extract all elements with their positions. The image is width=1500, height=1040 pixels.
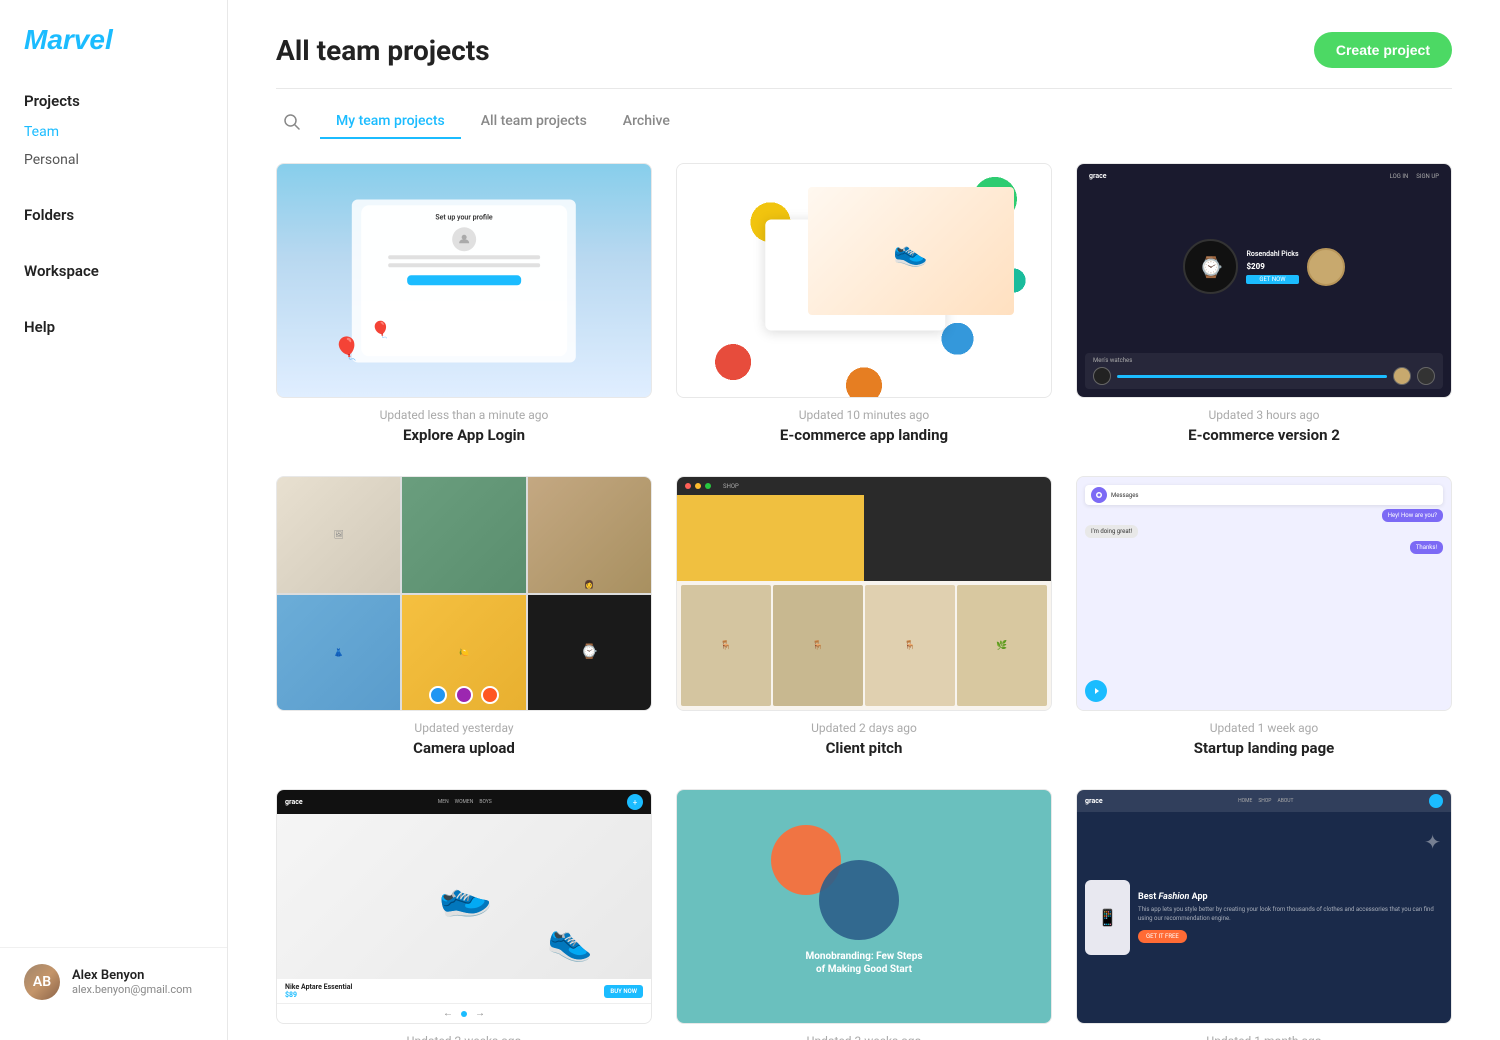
avatar: AB bbox=[24, 964, 60, 1000]
project-thumbnail: grace HOMESHOPABOUT 📱 Best Fashion App T… bbox=[1076, 789, 1452, 1024]
projects-grid: Set up your profile 🎈 🎈 Updated less tha… bbox=[276, 163, 1452, 1040]
workspace-nav-group: Workspace bbox=[0, 246, 227, 286]
logo[interactable]: Marvel bbox=[0, 24, 227, 88]
project-updated: Updated 3 weeks ago bbox=[807, 1034, 922, 1040]
project-card[interactable]: Set up your profile 🎈 🎈 Updated less tha… bbox=[276, 163, 652, 444]
project-updated: Updated 1 month ago bbox=[1206, 1034, 1321, 1040]
tab-my-team-projects[interactable]: My team projects bbox=[320, 105, 461, 139]
user-email: alex.benyon@gmail.com bbox=[72, 983, 203, 996]
project-card[interactable]: Six Lee Color Shoes $ 28! BUY NOW 👟 Upda… bbox=[676, 163, 1052, 444]
user-info: Alex Benyon alex.benyon@gmail.com bbox=[72, 968, 203, 996]
folders-nav-group: Folders bbox=[0, 190, 227, 230]
project-thumbnail: grace MENWOMENBOYS + 👟 👟 Nike Aptare Ess… bbox=[276, 789, 652, 1024]
help-label: Help bbox=[0, 302, 227, 342]
project-card[interactable]: Monobranding: Few Stepsof Making Good St… bbox=[676, 789, 1052, 1040]
avatar-initials: AB bbox=[24, 964, 60, 1000]
projects-label: Projects bbox=[0, 92, 227, 110]
project-card[interactable]: grace HOMESHOPABOUT 📱 Best Fashion App T… bbox=[1076, 789, 1452, 1040]
project-name: E-commerce app landing bbox=[780, 426, 948, 444]
search-icon bbox=[283, 113, 301, 131]
user-profile[interactable]: AB Alex Benyon alex.benyon@gmail.com bbox=[0, 947, 227, 1016]
project-updated: Updated 2 days ago bbox=[811, 721, 917, 735]
project-thumbnail: Monobranding: Few Stepsof Making Good St… bbox=[676, 789, 1052, 1024]
project-updated: Updated yesterday bbox=[414, 721, 513, 735]
project-name: Camera upload bbox=[413, 739, 515, 757]
project-name: Explore App Login bbox=[403, 426, 525, 444]
page-title: All team projects bbox=[276, 34, 490, 67]
sidebar-item-personal[interactable]: Personal bbox=[0, 146, 227, 174]
tab-all-team-projects[interactable]: All team projects bbox=[465, 105, 603, 139]
project-name: Client pitch bbox=[826, 739, 903, 757]
create-project-button[interactable]: Create project bbox=[1314, 32, 1452, 68]
project-name: Startup landing page bbox=[1194, 739, 1335, 757]
sidebar-nav: Projects Team Personal Folders Workspace… bbox=[0, 88, 227, 947]
project-updated: Updated 1 week ago bbox=[1210, 721, 1318, 735]
search-icon-btn[interactable] bbox=[276, 106, 308, 138]
project-card[interactable]: grace LOG IN SIGN UP ⌚ Rosendahl Picks $… bbox=[1076, 163, 1452, 444]
sidebar: Marvel Projects Team Personal Folders Wo… bbox=[0, 0, 228, 1040]
project-name: E-commerce version 2 bbox=[1188, 426, 1340, 444]
project-updated: Updated 2 weeks ago bbox=[407, 1034, 522, 1040]
project-thumbnail: Six Lee Color Shoes $ 28! BUY NOW 👟 bbox=[676, 163, 1052, 398]
tabs-bar: My team projects All team projects Archi… bbox=[228, 89, 1500, 139]
project-updated: Updated 3 hours ago bbox=[1209, 408, 1320, 422]
projects-scroll: Set up your profile 🎈 🎈 Updated less tha… bbox=[228, 139, 1500, 1040]
projects-nav-group: Projects Team Personal bbox=[0, 88, 227, 174]
project-updated: Updated less than a minute ago bbox=[380, 408, 549, 422]
sidebar-item-team[interactable]: Team bbox=[0, 118, 227, 146]
project-thumbnail: 🖼 👩 👗 🍋 ⌚ bbox=[276, 476, 652, 711]
user-name: Alex Benyon bbox=[72, 968, 203, 983]
project-card[interactable]: 🖼 👩 👗 🍋 ⌚ Updated yesterday Camera uploa… bbox=[276, 476, 652, 757]
project-thumbnail: Messages Hey! How are you? I'm doing gre… bbox=[1076, 476, 1452, 711]
project-card[interactable]: Messages Hey! How are you? I'm doing gre… bbox=[1076, 476, 1452, 757]
project-card[interactable]: SHOP 🪑 🪑 🪑 🌿 Updated 2 days ago Client p… bbox=[676, 476, 1052, 757]
project-updated: Updated 10 minutes ago bbox=[799, 408, 930, 422]
project-card[interactable]: grace MENWOMENBOYS + 👟 👟 Nike Aptare Ess… bbox=[276, 789, 652, 1040]
project-thumbnail: Set up your profile 🎈 🎈 bbox=[276, 163, 652, 398]
main-header: All team projects Create project bbox=[228, 0, 1500, 68]
project-thumbnail: grace LOG IN SIGN UP ⌚ Rosendahl Picks $… bbox=[1076, 163, 1452, 398]
marvel-logo-text: Marvel bbox=[24, 24, 113, 55]
workspace-label: Workspace bbox=[0, 246, 227, 286]
main-content: All team projects Create project My team… bbox=[228, 0, 1500, 1040]
tab-archive[interactable]: Archive bbox=[607, 105, 686, 139]
folders-label: Folders bbox=[0, 190, 227, 230]
project-thumbnail: SHOP 🪑 🪑 🪑 🌿 bbox=[676, 476, 1052, 711]
help-nav-group: Help bbox=[0, 302, 227, 342]
